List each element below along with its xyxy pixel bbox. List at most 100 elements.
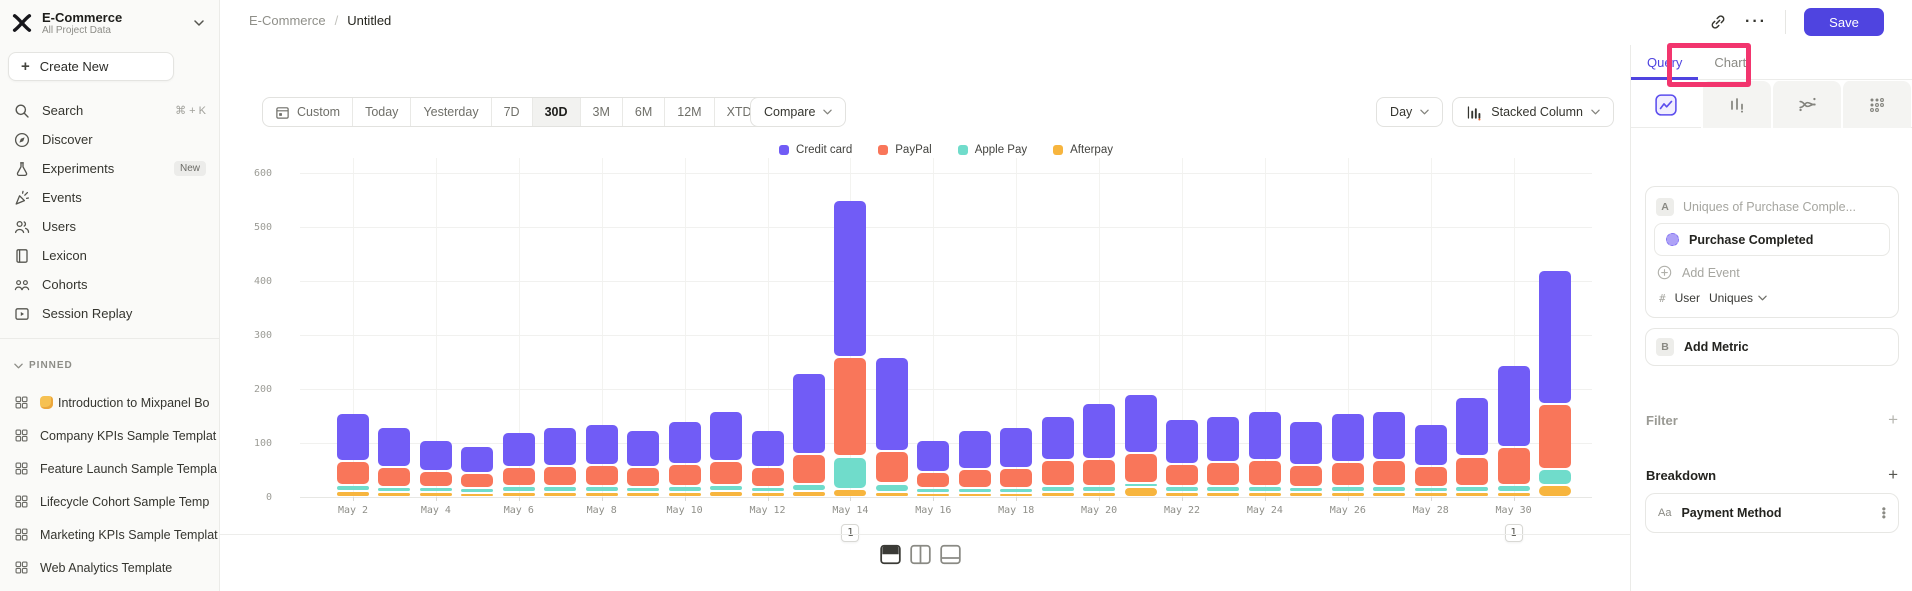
bar-segment-apple-pay[interactable] <box>1290 488 1322 491</box>
bar-segment-afterpay[interactable] <box>461 494 493 497</box>
bar-segment-apple-pay[interactable] <box>1539 470 1571 484</box>
bar-segment-paypal[interactable] <box>1042 461 1074 485</box>
range-12m[interactable]: 12M <box>665 98 714 126</box>
tab-chart[interactable]: Chart <box>1698 45 1762 80</box>
bar-segment-afterpay[interactable] <box>1456 493 1488 496</box>
bar-segment-credit-card[interactable] <box>710 412 742 460</box>
bar-segment-afterpay[interactable] <box>1332 493 1364 496</box>
bar-segment-afterpay[interactable] <box>1290 493 1322 496</box>
bar-segment-afterpay[interactable] <box>586 493 618 496</box>
bar-segment-credit-card[interactable] <box>1249 412 1281 460</box>
bar-segment-credit-card[interactable] <box>1290 422 1322 463</box>
bar-segment-apple-pay[interactable] <box>710 486 742 489</box>
bar-segment-paypal[interactable] <box>1083 460 1115 485</box>
kebab-menu-icon[interactable]: ••• <box>1882 507 1886 519</box>
sidebar-item-events[interactable]: Events <box>0 183 220 212</box>
bar-segment-credit-card[interactable] <box>834 201 866 356</box>
bar-segment-credit-card[interactable] <box>959 431 991 469</box>
bar-segment-afterpay[interactable] <box>627 493 659 496</box>
legend-item-afterpay[interactable]: Afterpay <box>1053 144 1113 156</box>
bar-segment-afterpay[interactable] <box>710 492 742 496</box>
bar-segment-credit-card[interactable] <box>1332 414 1364 461</box>
bar-segment-paypal[interactable] <box>378 468 410 487</box>
bar-segment-apple-pay[interactable] <box>544 487 576 490</box>
breadcrumb-project[interactable]: E-Commerce <box>249 13 326 28</box>
layout-bottom-panel-button[interactable] <box>940 544 961 565</box>
bar-segment-apple-pay[interactable] <box>1332 487 1364 490</box>
viz-tab-retention[interactable] <box>1841 81 1911 128</box>
copy-link-icon[interactable] <box>1709 13 1727 31</box>
bar-segment-credit-card[interactable] <box>1166 420 1198 463</box>
legend-item-apple-pay[interactable]: Apple Pay <box>958 144 1027 156</box>
metric-name-row[interactable]: A Uniques of Purchase Comple... <box>1646 187 1898 223</box>
bar-segment-paypal[interactable] <box>627 468 659 487</box>
range-30d[interactable]: 30D <box>533 98 581 126</box>
bar-segment-afterpay[interactable] <box>1373 493 1405 496</box>
legend-item-credit-card[interactable]: Credit card <box>779 144 852 156</box>
bar-segment-paypal[interactable] <box>1000 469 1032 488</box>
range-6m[interactable]: 6M <box>623 98 665 126</box>
bar-segment-apple-pay[interactable] <box>420 488 452 491</box>
bar-segment-paypal[interactable] <box>959 470 991 487</box>
bar-segment-credit-card[interactable] <box>1042 417 1074 459</box>
bar-segment-paypal[interactable] <box>1249 461 1281 485</box>
bar-segment-apple-pay[interactable] <box>793 485 825 489</box>
bar-segment-credit-card[interactable] <box>669 422 701 462</box>
bar-segment-apple-pay[interactable] <box>378 488 410 491</box>
bar-segment-paypal[interactable] <box>793 455 825 483</box>
viz-tab-bar-chart[interactable] <box>1701 81 1771 128</box>
bar-segment-credit-card[interactable] <box>1125 395 1157 452</box>
bar-segment-paypal[interactable] <box>876 452 908 482</box>
bar-segment-paypal[interactable] <box>461 474 493 487</box>
bar-segment-apple-pay[interactable] <box>876 485 908 491</box>
range-7d[interactable]: 7D <box>492 98 533 126</box>
bar-segment-credit-card[interactable] <box>337 414 369 460</box>
axis-annotation-badge[interactable]: 1 <box>1505 524 1523 542</box>
bar-segment-afterpay[interactable] <box>1000 494 1032 497</box>
bar-segment-apple-pay[interactable] <box>1498 486 1530 490</box>
legend-item-paypal[interactable]: PayPal <box>878 144 931 156</box>
pinned-board-marketing-kpis-sample-templat[interactable]: Marketing KPIs Sample Templat <box>0 518 220 551</box>
granularity-dropdown[interactable]: Day <box>1376 97 1443 127</box>
counting-method-dropdown[interactable]: Uniques <box>1709 291 1767 305</box>
create-new-button[interactable]: + Create New <box>8 52 174 81</box>
more-options-icon[interactable]: ··· <box>1745 17 1767 27</box>
bar-segment-credit-card[interactable] <box>1539 271 1571 403</box>
bar-segment-credit-card[interactable] <box>876 358 908 451</box>
tab-query[interactable]: Query <box>1631 45 1698 80</box>
bar-segment-afterpay[interactable] <box>1539 486 1571 496</box>
add-breakdown-plus-icon[interactable]: + <box>1888 465 1898 485</box>
range-today[interactable]: Today <box>353 98 411 126</box>
pinned-board-lifecycle-cohort-sample-temp[interactable]: Lifecycle Cohort Sample Temp <box>0 485 220 518</box>
bar-segment-credit-card[interactable] <box>1207 417 1239 461</box>
bar-segment-afterpay[interactable] <box>959 494 991 497</box>
bar-segment-afterpay[interactable] <box>378 493 410 496</box>
bar-segment-afterpay[interactable] <box>1083 493 1115 496</box>
pinned-board-feature-launch-sample-templa[interactable]: Feature Launch Sample Templa <box>0 452 220 485</box>
bar-segment-credit-card[interactable] <box>378 428 410 466</box>
layout-split-horizontal-button[interactable] <box>880 544 901 565</box>
layout-split-vertical-button[interactable] <box>910 544 931 565</box>
bar-segment-apple-pay[interactable] <box>1207 487 1239 490</box>
bar-segment-credit-card[interactable] <box>1456 398 1488 455</box>
pinned-board-company-kpis-sample-templat[interactable]: Company KPIs Sample Templat <box>0 419 220 452</box>
bar-segment-credit-card[interactable] <box>503 433 535 466</box>
viz-tab-insights-line[interactable] <box>1631 81 1701 128</box>
sidebar-item-lexicon[interactable]: Lexicon <box>0 241 220 270</box>
counting-entity[interactable]: User <box>1675 291 1700 305</box>
bar-segment-credit-card[interactable] <box>1000 428 1032 467</box>
bar-segment-afterpay[interactable] <box>1498 493 1530 496</box>
bar-segment-apple-pay[interactable] <box>1125 484 1157 487</box>
bar-segment-paypal[interactable] <box>1290 466 1322 487</box>
bar-segment-apple-pay[interactable] <box>1456 487 1488 490</box>
bar-segment-apple-pay[interactable] <box>1000 489 1032 492</box>
project-switcher[interactable]: E-Commerce All Project Data <box>10 8 210 38</box>
pinned-board-introduction-to-mixpanel-bo[interactable]: Introduction to Mixpanel Bo <box>0 386 220 419</box>
bar-segment-apple-pay[interactable] <box>834 458 866 488</box>
bar-segment-afterpay[interactable] <box>420 493 452 496</box>
range-custom[interactable]: Custom <box>263 98 353 126</box>
bar-segment-apple-pay[interactable] <box>1083 487 1115 490</box>
metric-name-placeholder[interactable]: Uniques of Purchase Comple... <box>1683 200 1856 214</box>
breakdown-card[interactable]: Aa Payment Method ••• <box>1645 493 1899 533</box>
sidebar-item-experiments[interactable]: ExperimentsNew <box>0 154 220 183</box>
